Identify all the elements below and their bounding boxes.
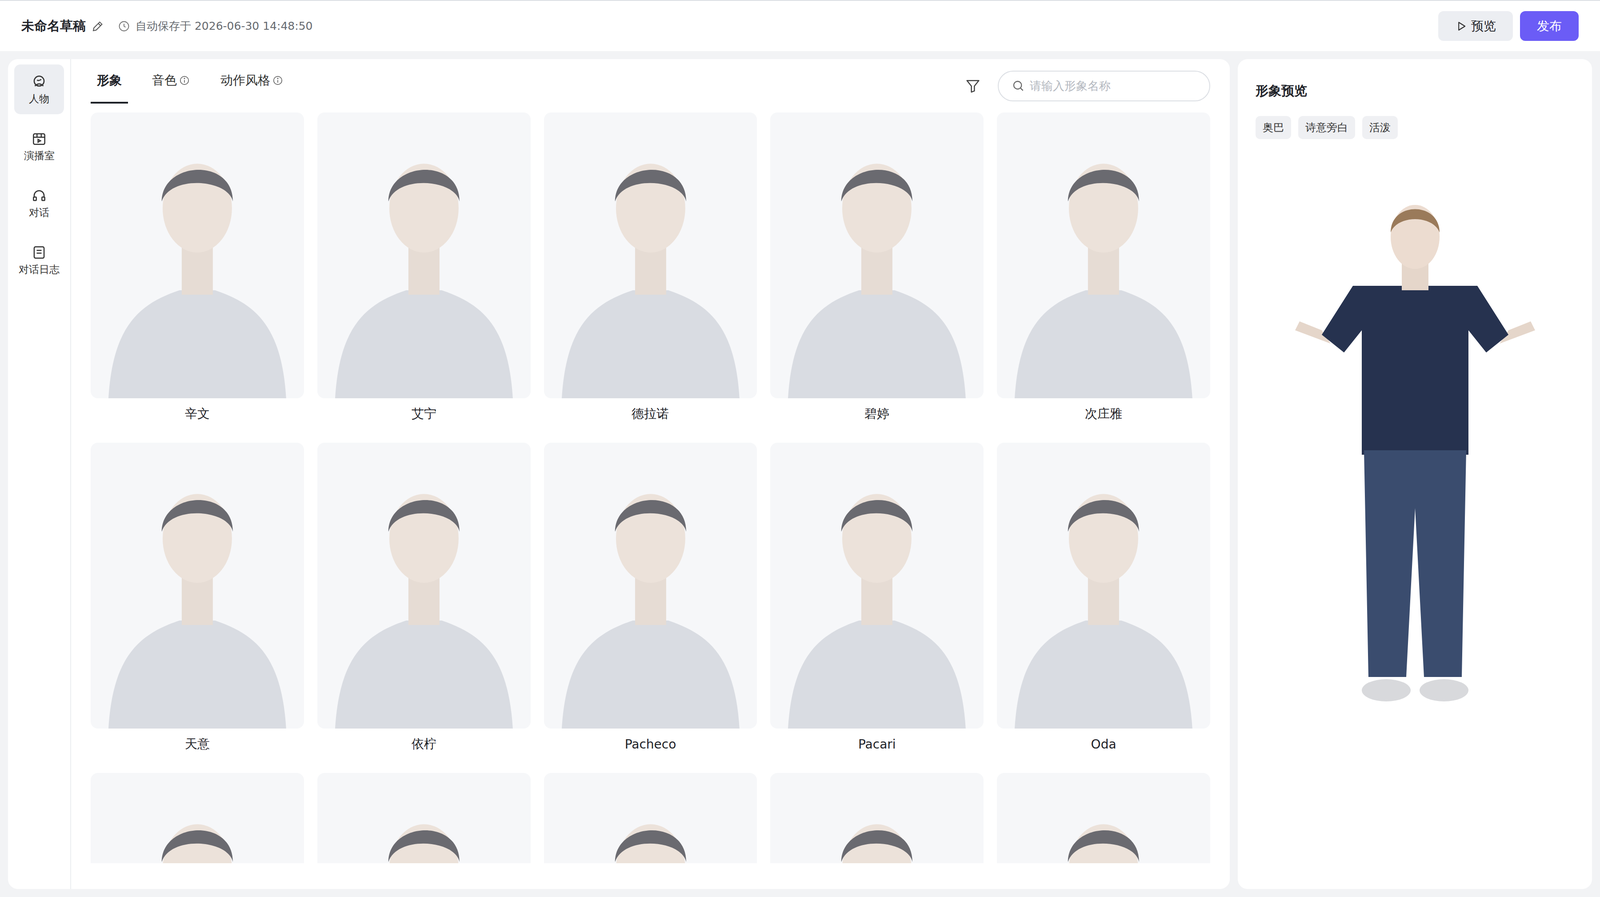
avatar-photo bbox=[996, 442, 1211, 729]
preview-figure bbox=[1281, 196, 1549, 713]
avatar-figure bbox=[317, 112, 531, 399]
preview-title: 形象预览 bbox=[1255, 82, 1575, 100]
avatar-photo bbox=[544, 442, 758, 729]
clock-icon bbox=[117, 20, 131, 33]
avatar-figure bbox=[544, 442, 758, 729]
sidebar: 人物演播室对话对话日志 bbox=[8, 59, 72, 889]
headset-icon bbox=[30, 187, 48, 204]
avatar-card[interactable]: Pacari bbox=[770, 442, 984, 760]
studio-icon bbox=[30, 130, 48, 148]
avatar-figure bbox=[90, 772, 304, 864]
person-icon bbox=[30, 73, 48, 91]
info-icon[interactable] bbox=[178, 74, 191, 87]
avatar-photo bbox=[770, 112, 984, 399]
avatar-figure bbox=[996, 112, 1211, 399]
preview-panel: 形象预览奥巴诗意旁白活泼 bbox=[1237, 59, 1592, 889]
avatar-card[interactable]: 碧婷 bbox=[770, 112, 984, 430]
avatar-figure bbox=[770, 772, 984, 864]
avatar-figure bbox=[544, 112, 758, 399]
toolbar: 形象音色动作风格 请输入形象名称 bbox=[90, 59, 1211, 113]
tabs: 形象音色动作风格 bbox=[90, 59, 290, 113]
avatar-card[interactable]: Oda bbox=[996, 442, 1211, 760]
log-icon bbox=[30, 244, 48, 261]
avatar-photo bbox=[317, 442, 531, 729]
avatar-card[interactable]: 德拉诺 bbox=[544, 112, 758, 430]
sidebar-item[interactable]: 对话 bbox=[14, 178, 64, 228]
play-icon bbox=[1455, 20, 1468, 33]
avatar-figure bbox=[996, 442, 1211, 729]
avatar-card[interactable]: 天意 bbox=[90, 442, 304, 760]
workspace: 人物演播室对话对话日志形象音色动作风格请输入形象名称辛文艾宁德拉诺碧婷次庄雅天意… bbox=[0, 51, 1600, 897]
preview-stage bbox=[1255, 139, 1575, 872]
avatar-figure bbox=[544, 772, 758, 864]
avatar-card[interactable] bbox=[770, 772, 984, 864]
tab[interactable]: 动作风格 bbox=[214, 59, 290, 104]
filter-icon[interactable] bbox=[964, 76, 982, 95]
avatar-photo bbox=[90, 112, 304, 399]
avatar-photo bbox=[996, 112, 1211, 399]
avatar-card[interactable]: 艾宁 bbox=[317, 112, 531, 430]
avatar-grid-viewport: 辛文艾宁德拉诺碧婷次庄雅天意依柠PachecoPacariOda bbox=[90, 112, 1211, 864]
editor-panel: 人物演播室对话对话日志形象音色动作风格请输入形象名称辛文艾宁德拉诺碧婷次庄雅天意… bbox=[8, 59, 1230, 889]
info-icon[interactable] bbox=[272, 74, 284, 87]
draft-info: 未命名草稿 自动保存于 2026-06-30 14:48:50 bbox=[21, 17, 313, 36]
avatar-card[interactable]: 辛文 bbox=[90, 112, 304, 430]
avatar-grid: 辛文艾宁德拉诺碧婷次庄雅天意依柠PachecoPacariOda bbox=[90, 112, 1211, 864]
sidebar-item[interactable]: 对话日志 bbox=[14, 235, 64, 285]
avatar-photo bbox=[90, 772, 304, 864]
avatar-card[interactable] bbox=[996, 772, 1211, 864]
avatar-figure bbox=[90, 112, 304, 399]
tag: 奥巴 bbox=[1255, 116, 1292, 140]
search-icon bbox=[1011, 78, 1026, 93]
sidebar-item[interactable]: 人物 bbox=[14, 64, 64, 115]
avatar-card[interactable]: 依柠 bbox=[317, 442, 531, 760]
avatar-card[interactable] bbox=[544, 772, 758, 864]
avatar-figure bbox=[90, 442, 304, 729]
search-field[interactable]: 请输入形象名称 bbox=[997, 70, 1211, 102]
avatar-figure bbox=[317, 442, 531, 729]
avatar-photo bbox=[770, 442, 984, 729]
secondary-button[interactable]: 预览 bbox=[1438, 11, 1513, 41]
avatar-card[interactable]: 次庄雅 bbox=[996, 112, 1211, 430]
tools: 请输入形象名称 bbox=[964, 70, 1211, 102]
draft-title[interactable]: 未命名草稿 bbox=[21, 17, 86, 36]
avatar-card[interactable] bbox=[317, 772, 531, 864]
avatar-card[interactable]: Pacheco bbox=[544, 442, 758, 760]
tab[interactable]: 形象 bbox=[90, 59, 128, 104]
app: 未命名草稿 自动保存于 2026-06-30 14:48:50 预览发布人物演播室对… bbox=[0, 0, 1600, 897]
avatar-photo bbox=[770, 772, 984, 864]
avatar-figure bbox=[317, 772, 531, 864]
tab[interactable]: 音色 bbox=[145, 59, 197, 104]
avatar-photo bbox=[996, 772, 1211, 864]
tag: 活泼 bbox=[1362, 116, 1398, 140]
avatar-photo bbox=[317, 772, 531, 864]
tag-list: 奥巴诗意旁白活泼 bbox=[1255, 116, 1575, 140]
avatar-library: 形象音色动作风格 请输入形象名称辛文艾宁德拉诺碧婷次庄雅天意依柠PachecoPa… bbox=[71, 59, 1230, 889]
avatar-figure bbox=[770, 442, 984, 729]
avatar-photo bbox=[544, 772, 758, 864]
actions: 预览发布 bbox=[1438, 11, 1579, 41]
top-bar: 未命名草稿 自动保存于 2026-06-30 14:48:50 预览发布 bbox=[0, 0, 1600, 52]
sidebar-item[interactable]: 演播室 bbox=[14, 121, 64, 172]
avatar-figure bbox=[770, 112, 984, 399]
avatar-photo bbox=[90, 442, 304, 729]
avatar-card[interactable] bbox=[90, 772, 304, 864]
primary-button[interactable]: 发布 bbox=[1520, 11, 1579, 41]
tag: 诗意旁白 bbox=[1298, 116, 1356, 140]
avatar-photo bbox=[544, 112, 758, 399]
avatar-figure bbox=[996, 772, 1211, 864]
avatar-photo bbox=[317, 112, 531, 399]
pencil-icon[interactable] bbox=[91, 19, 105, 33]
autosave-time: 自动保存于 2026-06-30 14:48:50 bbox=[135, 18, 313, 34]
